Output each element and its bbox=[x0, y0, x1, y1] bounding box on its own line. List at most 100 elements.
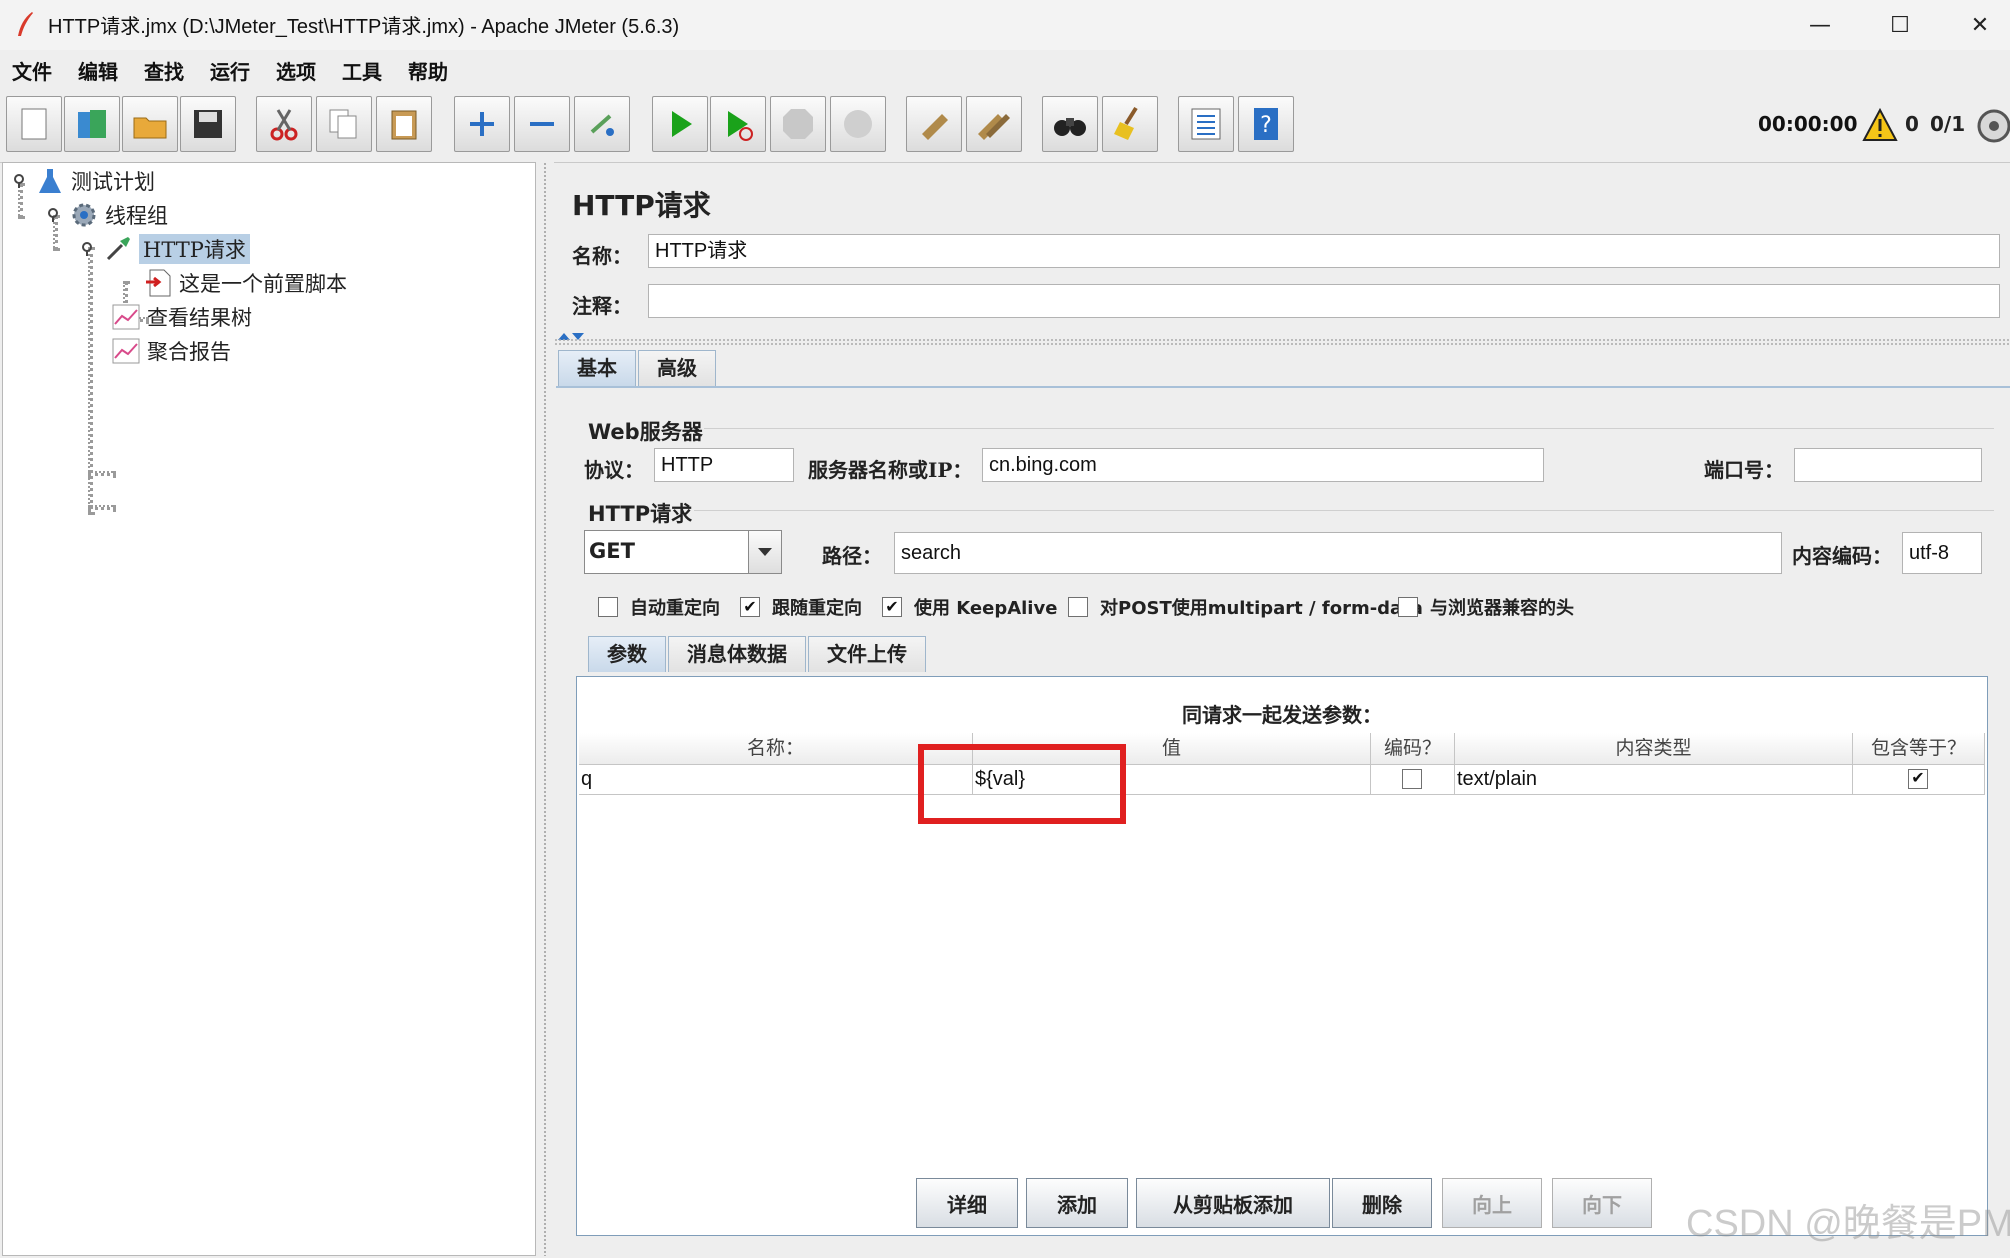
server-field[interactable]: cn.bing.com bbox=[982, 448, 1544, 482]
menu-run[interactable]: 运行 bbox=[210, 56, 250, 85]
tab-advanced[interactable]: 高级 bbox=[638, 350, 716, 386]
copy-button[interactable] bbox=[316, 96, 372, 152]
column-header-name[interactable]: 名称： bbox=[579, 733, 973, 765]
paste-button[interactable] bbox=[376, 96, 432, 152]
maximize-button[interactable]: ☐ bbox=[1860, 0, 1940, 50]
move-down-button[interactable]: 向下 bbox=[1552, 1178, 1652, 1228]
reset-search-button[interactable] bbox=[1102, 96, 1158, 152]
new-icon bbox=[21, 108, 47, 140]
encoding-field[interactable]: utf-8 bbox=[1902, 532, 1982, 574]
protocol-field[interactable]: HTTP bbox=[654, 448, 794, 482]
add-from-clipboard-button[interactable]: 从剪贴板添加 bbox=[1136, 1178, 1330, 1228]
delete-button[interactable]: 删除 bbox=[1332, 1178, 1432, 1228]
list-icon bbox=[1191, 108, 1221, 140]
save-button[interactable] bbox=[180, 96, 236, 152]
menu-bar: 文件 编辑 查找 运行 选项 工具 帮助 bbox=[0, 50, 2010, 90]
menu-edit[interactable]: 编辑 bbox=[78, 56, 118, 85]
path-field[interactable]: search bbox=[894, 532, 1782, 574]
new-button[interactable] bbox=[6, 96, 62, 152]
column-header-content-type[interactable]: 内容类型 bbox=[1455, 733, 1853, 765]
tree-connector bbox=[88, 505, 116, 510]
shutdown-button[interactable] bbox=[830, 96, 886, 152]
search-button[interactable] bbox=[1042, 96, 1098, 152]
include-equals-checkbox[interactable]: ✔ bbox=[1908, 769, 1928, 789]
add-button[interactable]: 添加 bbox=[1026, 1178, 1128, 1228]
warning-icon[interactable] bbox=[1862, 108, 1898, 142]
menu-file[interactable]: 文件 bbox=[12, 56, 52, 85]
close-button[interactable]: ✕ bbox=[1940, 0, 2010, 50]
clear-button[interactable] bbox=[906, 96, 962, 152]
menu-search[interactable]: 查找 bbox=[144, 56, 184, 85]
column-header-include-equals[interactable]: 包含等于？ bbox=[1853, 733, 1985, 765]
checkbox-box[interactable] bbox=[1398, 597, 1418, 617]
toggle-handle-icon[interactable] bbox=[43, 200, 63, 230]
name-field[interactable]: HTTP请求 bbox=[648, 234, 2000, 268]
tree-item-label: HTTP请求 bbox=[139, 234, 250, 264]
cell-param-name[interactable]: q bbox=[579, 765, 973, 795]
cut-button[interactable] bbox=[256, 96, 312, 152]
save-icon bbox=[194, 110, 222, 138]
minimize-button[interactable]: — bbox=[1780, 0, 1860, 50]
tree-item-aggregate-report[interactable]: 聚合报告 bbox=[111, 335, 231, 367]
templates-icon bbox=[78, 110, 106, 138]
group-border bbox=[704, 428, 1994, 429]
tab-basic[interactable]: 基本 bbox=[558, 350, 636, 386]
follow-redirects-checkbox[interactable]: ✔ 跟随重定向 bbox=[740, 594, 862, 620]
toggle-handle-icon[interactable] bbox=[9, 166, 29, 196]
help-button[interactable]: ? bbox=[1238, 96, 1294, 152]
stop-button[interactable] bbox=[770, 96, 826, 152]
tab-files-upload[interactable]: 文件上传 bbox=[808, 636, 926, 672]
port-field[interactable] bbox=[1794, 448, 1982, 482]
tree-item-label: 聚合报告 bbox=[147, 340, 231, 364]
cell-param-content-type[interactable]: text/plain bbox=[1455, 765, 1853, 795]
panel-splitter[interactable] bbox=[536, 162, 554, 1256]
menu-help[interactable]: 帮助 bbox=[408, 56, 448, 85]
elapsed-timer: 00:00:00 bbox=[1758, 112, 1858, 136]
tree-item-thread-group[interactable]: 线程组 bbox=[43, 199, 168, 231]
column-header-value[interactable]: 值 bbox=[973, 733, 1371, 765]
chevron-down-icon[interactable] bbox=[748, 531, 781, 573]
copy-icon bbox=[329, 109, 357, 139]
paste-icon bbox=[391, 110, 417, 140]
method-select[interactable]: GET bbox=[584, 530, 782, 574]
start-button[interactable] bbox=[652, 96, 708, 152]
tree-item-pre-processor[interactable]: 这是一个前置脚本 bbox=[143, 267, 347, 299]
shutdown-icon bbox=[844, 110, 872, 138]
test-plan-tree[interactable]: 测试计划 线程组 HTTP请求 这是一个前置脚本 查看结果树 聚合报告 bbox=[2, 162, 536, 1256]
tab-body-data[interactable]: 消息体数据 bbox=[668, 636, 806, 672]
encode-checkbox[interactable] bbox=[1402, 769, 1422, 789]
menu-options[interactable]: 选项 bbox=[276, 56, 316, 85]
clear-all-button[interactable] bbox=[966, 96, 1022, 152]
checkbox-box[interactable] bbox=[1068, 597, 1088, 617]
keepalive-checkbox[interactable]: ✔ 使用 KeepAlive bbox=[882, 594, 1057, 620]
browser-headers-checkbox[interactable]: 与浏览器兼容的头 bbox=[1398, 594, 1574, 620]
toggle-button[interactable] bbox=[574, 96, 630, 152]
comment-field[interactable] bbox=[648, 284, 2000, 318]
tree-item-http-request[interactable]: HTTP请求 bbox=[77, 233, 250, 265]
collapse-button[interactable] bbox=[514, 96, 570, 152]
checkbox-box[interactable] bbox=[598, 597, 618, 617]
move-up-button[interactable]: 向上 bbox=[1442, 1178, 1542, 1228]
toggle-handle-icon[interactable] bbox=[77, 234, 97, 264]
cell-param-encode[interactable] bbox=[1371, 765, 1455, 795]
checkbox-box[interactable]: ✔ bbox=[882, 597, 902, 617]
cell-param-include-equals[interactable]: ✔ bbox=[1853, 765, 1985, 795]
function-helper-button[interactable] bbox=[1178, 96, 1234, 152]
tree-item-view-results-tree[interactable]: 查看结果树 bbox=[111, 301, 252, 333]
detail-button[interactable]: 详细 bbox=[916, 1178, 1018, 1228]
follow-auto-redirect-checkbox[interactable]: 自动重定向 bbox=[598, 594, 720, 620]
cell-param-value[interactable]: ${val} bbox=[973, 765, 1371, 795]
tree-item-test-plan[interactable]: 测试计划 bbox=[9, 165, 155, 197]
server-label: 服务器名称或IP： bbox=[808, 458, 973, 482]
templates-button[interactable] bbox=[64, 96, 120, 152]
menu-tools[interactable]: 工具 bbox=[342, 56, 382, 85]
start-no-pause-button[interactable] bbox=[710, 96, 766, 152]
tab-parameters[interactable]: 参数 bbox=[588, 636, 666, 672]
start-icon bbox=[672, 111, 692, 137]
parameters-table[interactable]: 同请求一起发送参数： 名称： 值 编码？ 内容类型 包含等于？ q ${val}… bbox=[576, 676, 1988, 1236]
multipart-checkbox[interactable]: 对POST使用multipart / form-data bbox=[1068, 594, 1423, 620]
open-button[interactable] bbox=[122, 96, 178, 152]
checkbox-box[interactable]: ✔ bbox=[740, 597, 760, 617]
expand-button[interactable] bbox=[454, 96, 510, 152]
column-header-encode[interactable]: 编码？ bbox=[1371, 733, 1455, 765]
